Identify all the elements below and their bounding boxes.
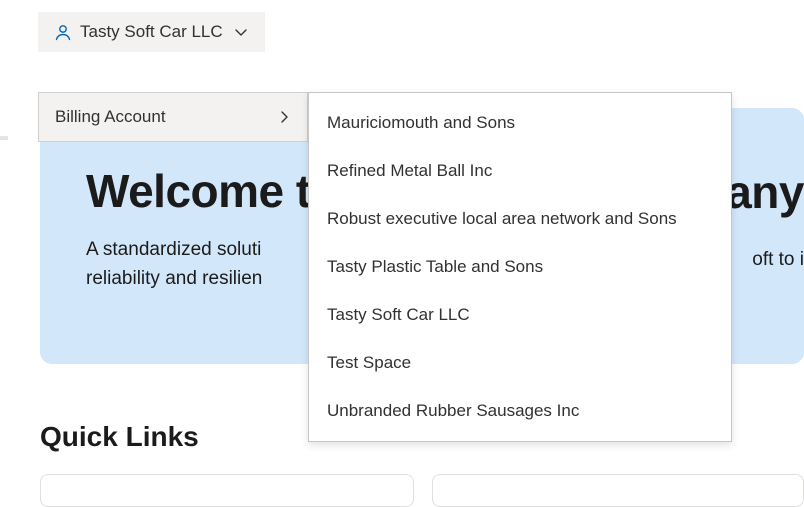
quick-links-heading: Quick Links bbox=[40, 421, 199, 453]
billing-account-dropdown: Mauriciomouth and Sons Refined Metal Bal… bbox=[308, 92, 732, 442]
account-selected-name: Tasty Soft Car LLC bbox=[80, 22, 223, 42]
person-icon bbox=[54, 23, 72, 41]
welcome-subtitle-right-fragment: oft to i bbox=[752, 246, 804, 275]
billing-account-menu-item[interactable]: Billing Account bbox=[38, 92, 308, 142]
dropdown-item[interactable]: Unbranded Rubber Sausages Inc bbox=[309, 387, 731, 435]
dropdown-item[interactable]: Tasty Soft Car LLC bbox=[309, 291, 731, 339]
chevron-down-icon bbox=[233, 24, 249, 40]
quick-link-card[interactable] bbox=[40, 474, 414, 507]
welcome-subtitle-line1: A standardized soluti bbox=[86, 239, 261, 260]
dropdown-item[interactable]: Mauriciomouth and Sons bbox=[309, 99, 731, 147]
welcome-subtitle-line2: reliability and resilien bbox=[86, 268, 262, 289]
dropdown-item[interactable]: Tasty Plastic Table and Sons bbox=[309, 243, 731, 291]
side-divider bbox=[0, 136, 8, 140]
dropdown-item[interactable]: Test Space bbox=[309, 339, 731, 387]
dropdown-item[interactable]: Robust executive local area network and … bbox=[309, 195, 731, 243]
quick-link-card[interactable] bbox=[432, 474, 804, 507]
billing-account-label: Billing Account bbox=[55, 107, 166, 127]
dropdown-item[interactable]: Refined Metal Ball Inc bbox=[309, 147, 731, 195]
chevron-right-icon bbox=[277, 110, 291, 124]
account-selector[interactable]: Tasty Soft Car LLC bbox=[38, 12, 265, 52]
